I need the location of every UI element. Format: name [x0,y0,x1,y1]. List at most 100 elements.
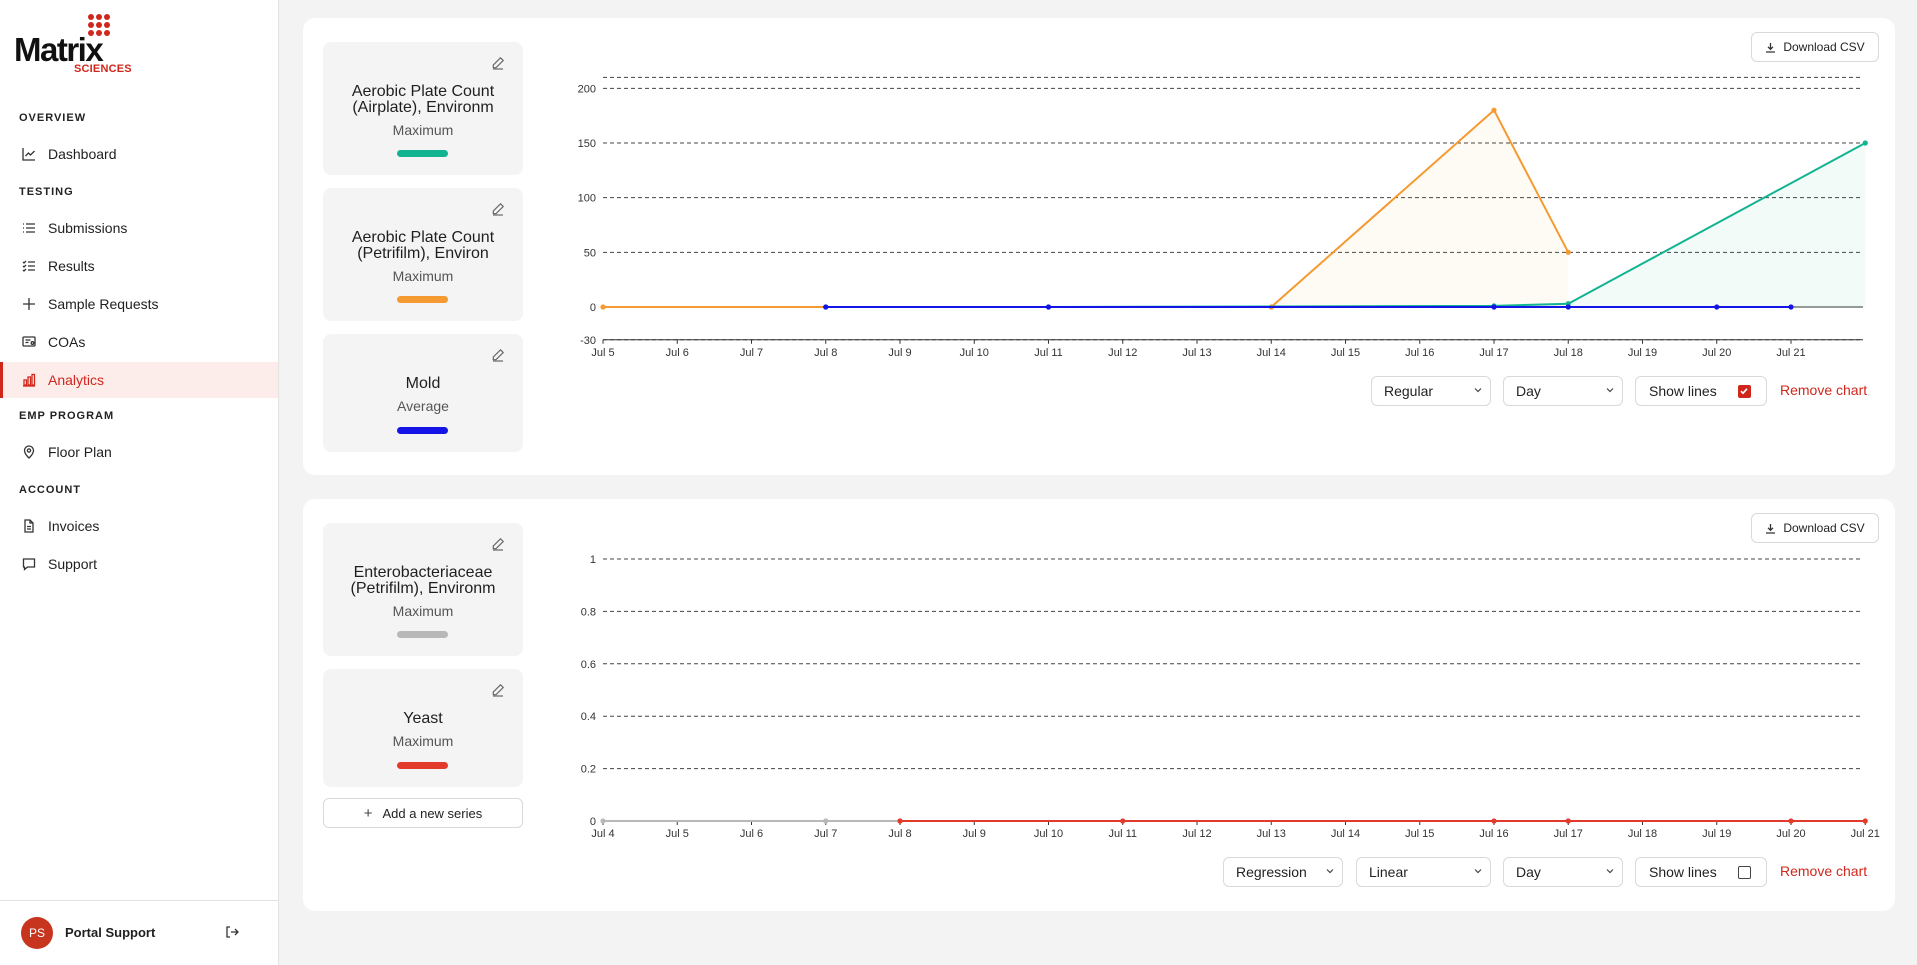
mode-value: Regular [1384,383,1434,399]
bar-chart-icon [22,373,36,387]
sidebar-item-analytics[interactable]: Analytics [0,362,278,398]
section-account: ACCOUNT [19,484,81,496]
x-tick-label: Jul 13 [1257,828,1286,839]
x-tick-label: Jul 21 [1851,828,1880,839]
data-point[interactable] [1788,304,1794,310]
y-tick-label: 1 [590,554,596,566]
sidebar-item-label: Results [48,258,95,274]
data-point[interactable] [1120,818,1126,824]
sidebar-item-dashboard[interactable]: Dashboard [0,136,278,172]
x-tick-label: Jul 20 [1776,828,1805,839]
x-tick-label: Jul 9 [888,347,911,359]
remove-chart-button[interactable]: Remove chart [1780,863,1867,879]
x-tick-label: Jul 5 [591,347,614,359]
x-tick-label: Jul 21 [1776,347,1805,359]
sidebar-item-coas[interactable]: COAs [0,324,278,360]
x-tick-label: Jul 5 [666,828,689,839]
data-point[interactable] [1491,304,1497,310]
sidebar-item-support[interactable]: Support [0,546,278,582]
show-lines-toggle[interactable]: Show lines [1635,857,1767,887]
sidebar-item-label: Analytics [48,372,105,388]
interval-value: Day [1516,383,1541,399]
data-point[interactable] [823,304,829,310]
interval-select[interactable]: Day [1503,857,1623,887]
document-icon [22,519,36,533]
sidebar-item-label: Invoices [48,518,100,534]
x-tick-label: Jul 11 [1034,347,1063,359]
y-tick-label: 50 [584,247,596,259]
data-point[interactable] [600,818,606,824]
x-tick-label: Jul 14 [1257,347,1286,359]
data-point[interactable] [1491,818,1497,824]
data-point[interactable] [897,818,903,824]
matrix-logo[interactable]: Matrix SCIENCES [14,14,134,76]
series-area [603,110,1569,307]
chevron-down-icon [1606,869,1614,874]
y-tick-label: 0.4 [581,711,596,723]
sidebar-footer: PS Portal Support [0,900,278,965]
sidebar-item-label: Submissions [48,220,128,236]
certificate-icon [22,335,36,349]
x-tick-label: Jul 10 [960,347,989,359]
logout-icon[interactable] [225,925,239,939]
data-point[interactable] [1565,818,1571,824]
data-point[interactable] [1714,304,1720,310]
data-point[interactable] [1045,304,1052,310]
show-lines-label: Show lines [1649,864,1717,880]
x-tick-label: Jul 19 [1702,828,1731,839]
x-tick-label: Jul 7 [814,828,837,839]
fit-select[interactable]: Linear [1356,857,1491,887]
data-point[interactable] [1862,818,1868,824]
x-tick-label: Jul 16 [1479,828,1508,839]
chart-plot-1[interactable]: -30 0 50 100 150 200 Jul 5 Jul 6 Jul 7 Jul 8 Jul 9… [303,18,1895,388]
mode-select[interactable]: Regular [1371,376,1491,406]
remove-chart-button[interactable]: Remove chart [1780,382,1867,398]
sidebar-item-sample-requests[interactable]: Sample Requests [0,286,278,322]
data-point[interactable] [1491,107,1497,113]
x-tick-label: Jul 10 [1034,828,1063,839]
mode-select[interactable]: Regression [1223,857,1343,887]
show-lines-checkbox[interactable] [1738,866,1751,879]
x-tick-label: Jul 17 [1479,347,1508,359]
data-point[interactable] [1565,304,1571,310]
chart-line-icon [22,147,36,161]
data-point[interactable] [600,304,606,310]
x-tick-label: Jul 20 [1702,347,1731,359]
mode-value: Regression [1236,864,1307,880]
y-tick-label: 200 [578,83,596,95]
list-icon [22,221,36,235]
sidebar-item-results[interactable]: Results [0,248,278,284]
data-point[interactable] [823,818,829,824]
sidebar-item-floor-plan[interactable]: Floor Plan [0,434,278,470]
avatar[interactable]: PS [21,917,53,949]
chart-plot-2[interactable]: 0 0.2 0.4 0.6 0.8 1 Jul 4 Jul 5 Jul 6 Jul 7 Jul 8 J… [303,499,1895,839]
data-point[interactable] [1565,249,1571,255]
x-tick-label: Jul 6 [666,347,689,359]
y-tick-label: 100 [578,193,596,205]
x-tick-label: Jul 9 [963,828,986,839]
chevron-down-icon [1326,869,1334,874]
chart-card-2: Enterobacteriaceae (Petrifilm), Environm… [303,499,1895,911]
x-tick-label: Jul 12 [1108,347,1137,359]
y-tick-label: -30 [580,335,596,347]
series-aggregation: Average [397,398,449,414]
y-tick-label: 150 [578,138,596,150]
show-lines-toggle[interactable]: Show lines [1635,376,1767,406]
sidebar-item-submissions[interactable]: Submissions [0,210,278,246]
y-tick-label: 0.8 [581,606,596,618]
x-tick-label: Jul 15 [1331,347,1360,359]
interval-select[interactable]: Day [1503,376,1623,406]
y-tick-label: 0 [590,302,596,314]
checklist-icon [22,259,36,273]
show-lines-checkbox[interactable] [1738,385,1751,398]
data-point[interactable] [1788,818,1794,824]
map-pin-icon [22,445,36,459]
x-tick-label: Jul 7 [740,347,763,359]
fit-value: Linear [1369,864,1408,880]
sidebar-item-label: Support [48,556,98,572]
chevron-down-icon [1606,388,1614,393]
data-point[interactable] [1862,140,1868,146]
sidebar-item-invoices[interactable]: Invoices [0,508,278,544]
section-overview: OVERVIEW [19,112,87,124]
section-emp-program: EMP PROGRAM [19,410,115,422]
